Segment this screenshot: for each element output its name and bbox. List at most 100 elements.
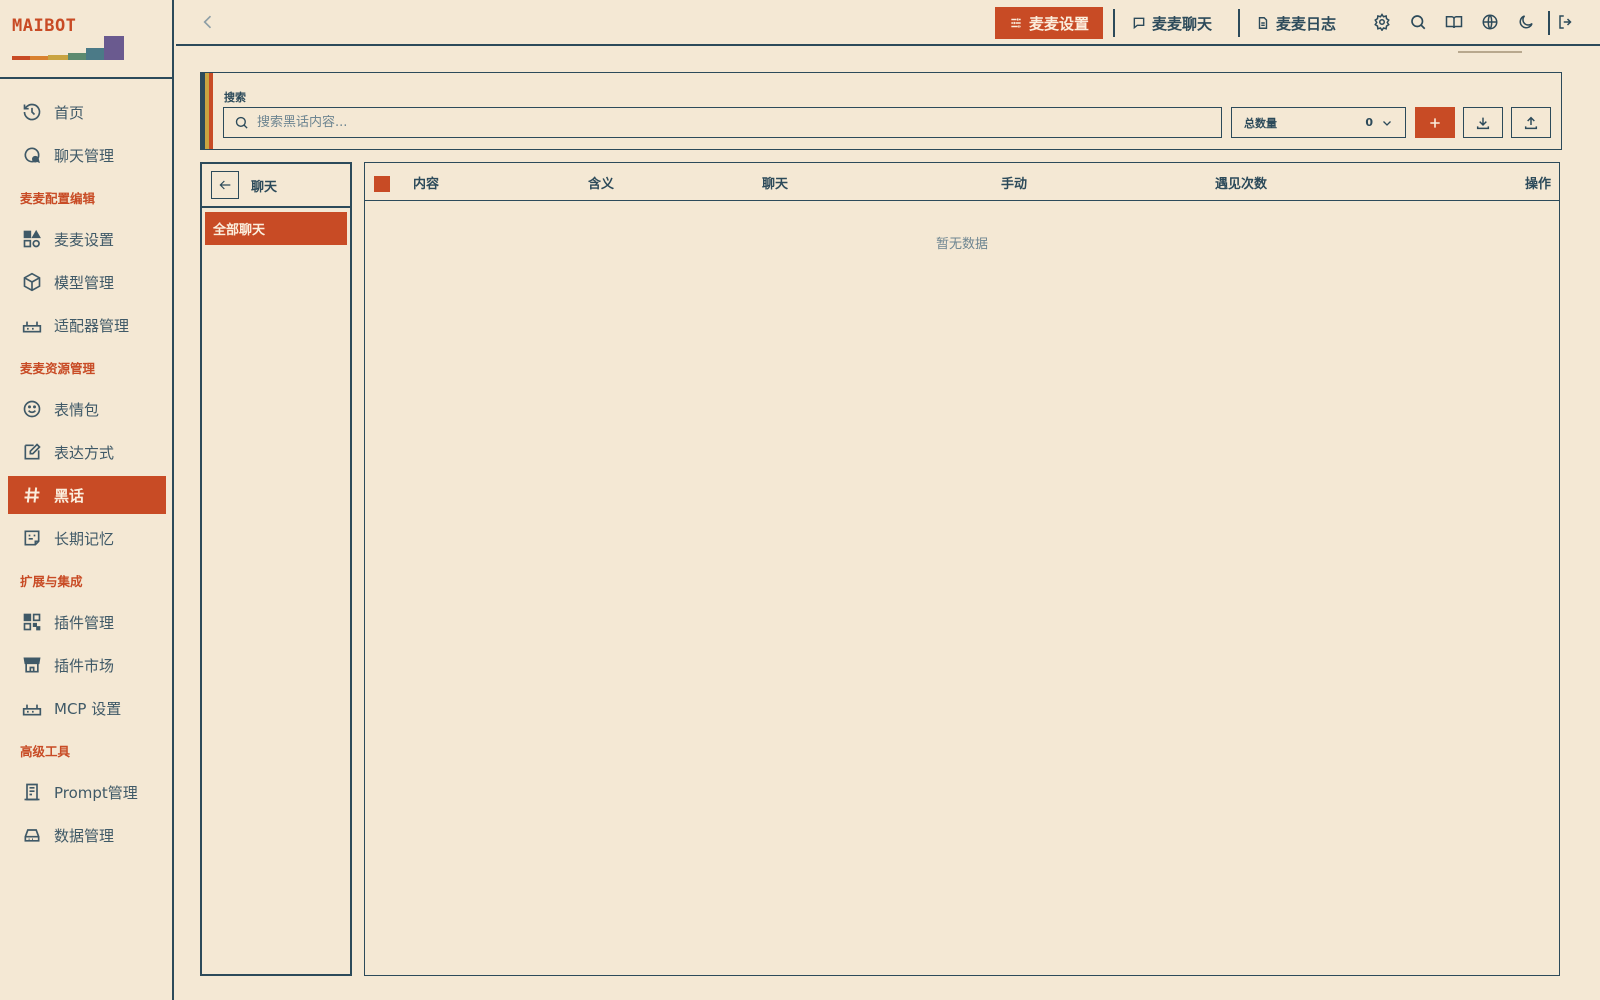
top-separator — [1238, 9, 1240, 37]
table-header: 内容 含义 聊天 手动 遇见次数 操作 — [365, 163, 1559, 201]
maimai-log-button[interactable]: 麦麦日志 — [1242, 7, 1350, 39]
chat-panel-header: 聊天 — [202, 164, 350, 208]
sidebar-item-long-memory[interactable]: 长期记忆 — [8, 519, 166, 557]
column-header-actions: 操作 — [1524, 177, 1551, 192]
sidebar-item-plugin-manage[interactable]: 插件管理 — [8, 603, 166, 641]
sidebar-item-label: 插件市场 — [54, 656, 115, 675]
total-count-value: 0 — [1365, 116, 1373, 129]
column-header-chat[interactable]: 聊天 — [762, 173, 788, 192]
logo-text: MAIBOT — [12, 16, 77, 36]
sidebar-item-maimai-settings[interactable]: 麦麦设置 — [8, 220, 166, 258]
column-header-encounter-count[interactable]: 遇见次数 — [1215, 173, 1267, 192]
hash-icon — [22, 485, 42, 505]
search-panel: 搜索 总数量 0 — [200, 72, 1562, 150]
sidebar-nav: 首页 聊天管理 麦麦配置编辑 麦麦设置 模型管理 适配器管理 麦麦资源管理 表情… — [8, 93, 166, 859]
moon-icon[interactable] — [1516, 12, 1536, 32]
sidebar-item-label: 首页 — [54, 103, 85, 122]
maimai-chat-label: 麦麦聊天 — [1152, 14, 1213, 33]
sliders-icon — [1009, 16, 1023, 30]
router-icon — [22, 315, 42, 335]
drive-icon — [22, 825, 42, 845]
smile-icon — [22, 399, 42, 419]
search-input[interactable] — [257, 115, 1207, 130]
sidebar-item-mcp-settings[interactable]: MCP 设置 — [8, 689, 166, 727]
search-box[interactable] — [223, 107, 1222, 138]
accent-stripe — [209, 73, 213, 149]
all-chats-item[interactable]: 全部聊天 — [205, 212, 347, 245]
plus-icon — [1430, 117, 1440, 128]
sidebar-item-label: 黑话 — [54, 486, 85, 505]
gear-icon[interactable] — [1372, 12, 1392, 32]
search-label: 搜索 — [224, 91, 246, 104]
sidebar-item-label: 模型管理 — [54, 273, 115, 292]
download-icon — [1476, 117, 1490, 129]
top-separator — [1113, 9, 1115, 37]
sidebar-item-label: 长期记忆 — [54, 529, 115, 548]
search-icon[interactable] — [1408, 12, 1428, 32]
chat-back-button[interactable] — [211, 171, 239, 199]
import-button[interactable] — [1463, 107, 1503, 138]
column-header-content[interactable]: 内容 — [413, 173, 439, 192]
sidebar-divider — [0, 77, 174, 79]
sidebar-item-adapter-manage[interactable]: 适配器管理 — [8, 306, 166, 344]
file-text-icon — [1256, 16, 1270, 30]
sidebar-item-label: Prompt管理 — [54, 783, 138, 802]
chat-manage-icon — [22, 145, 42, 165]
sidebar-item-expressions[interactable]: 表达方式 — [8, 433, 166, 471]
sidebar-item-model-manage[interactable]: 模型管理 — [8, 263, 166, 301]
total-count-label: 总数量 — [1244, 116, 1277, 130]
sidebar-item-chat-manage[interactable]: 聊天管理 — [8, 136, 166, 174]
maimai-settings-label: 麦麦设置 — [1029, 14, 1090, 33]
sidebar-item-stickers[interactable]: 表情包 — [8, 390, 166, 428]
add-button[interactable] — [1415, 107, 1455, 138]
sidebar-item-label: 插件管理 — [54, 613, 115, 632]
slang-table: 内容 含义 聊天 手动 遇见次数 操作 暂无数据 — [364, 162, 1560, 976]
book-icon[interactable] — [1444, 12, 1464, 32]
sidebar: MAIBOT 首页 聊天管理 麦麦配置编辑 麦麦设置 模型管理 适配器管理 麦麦… — [0, 0, 174, 1000]
message-icon — [1132, 16, 1146, 30]
search-icon — [235, 116, 248, 129]
sidebar-item-label: 聊天管理 — [54, 146, 115, 165]
prompt-doc-icon — [22, 782, 42, 802]
sidebar-item-label: MCP 设置 — [54, 699, 122, 718]
section-extensions: 扩展与集成 — [20, 574, 83, 589]
settings-shapes-icon — [22, 229, 42, 249]
sidebar-item-label: 数据管理 — [54, 826, 115, 845]
globe-icon[interactable] — [1480, 12, 1500, 32]
sidebar-item-plugin-market[interactable]: 插件市场 — [8, 646, 166, 684]
select-all-checkbox[interactable] — [374, 176, 390, 192]
logo[interactable]: MAIBOT — [12, 16, 162, 66]
cube-icon — [22, 272, 42, 292]
sidebar-item-label: 麦麦设置 — [54, 230, 115, 249]
section-config-edit: 麦麦配置编辑 — [20, 191, 96, 206]
column-header-manual[interactable]: 手动 — [1001, 173, 1027, 192]
maimai-settings-button[interactable]: 麦麦设置 — [995, 7, 1104, 39]
sidebar-item-slang[interactable]: 黑话 — [8, 476, 166, 514]
sidebar-item-label: 表达方式 — [54, 443, 115, 462]
column-header-meaning[interactable]: 含义 — [588, 173, 614, 192]
plugin-grid-icon — [22, 612, 42, 632]
upload-icon — [1524, 116, 1538, 129]
total-count-select[interactable]: 总数量 0 — [1231, 107, 1406, 138]
section-advanced-tools: 高级工具 — [20, 744, 71, 759]
top-separator — [1548, 11, 1550, 35]
sidebar-item-data-manage[interactable]: 数据管理 — [8, 816, 166, 854]
section-resource-manage: 麦麦资源管理 — [20, 361, 96, 376]
export-button[interactable] — [1511, 107, 1551, 138]
chevron-down-icon — [1383, 120, 1391, 126]
router-icon — [22, 698, 42, 718]
chat-filter-panel: 聊天 全部聊天 — [200, 162, 352, 976]
sidebar-item-label: 适配器管理 — [54, 316, 130, 335]
edit-note-icon — [22, 442, 42, 462]
memory-icon — [22, 528, 42, 548]
sidebar-item-label: 表情包 — [54, 400, 100, 419]
logout-icon[interactable] — [1556, 12, 1576, 32]
scroll-indicator — [1458, 51, 1522, 53]
store-icon — [22, 655, 42, 675]
maimai-chat-button[interactable]: 麦麦聊天 — [1118, 7, 1226, 39]
collapse-chevron-icon[interactable] — [198, 12, 218, 32]
empty-state-text: 暂无数据 — [935, 237, 988, 252]
chat-panel-title: 聊天 — [251, 179, 278, 195]
sidebar-item-prompt-manage[interactable]: Prompt管理 — [8, 773, 166, 811]
sidebar-item-home[interactable]: 首页 — [8, 93, 166, 131]
